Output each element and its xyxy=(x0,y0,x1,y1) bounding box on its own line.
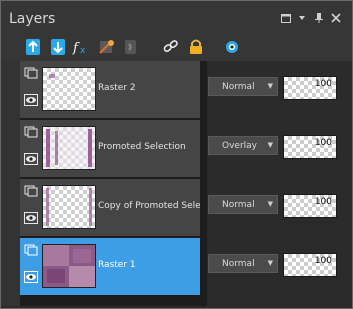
blend-mode-value: Normal xyxy=(222,200,255,210)
eye-visibility-icon[interactable] xyxy=(24,212,38,224)
layer-name: Raster 1 xyxy=(98,260,136,270)
blend-mode-select[interactable]: Overlay ▼ xyxy=(208,136,278,155)
blend-mode-value: Normal xyxy=(222,82,255,92)
maximize-icon[interactable] xyxy=(280,12,292,24)
layer-name: Copy of Promoted Selection xyxy=(98,201,200,211)
layer-group-icon[interactable] xyxy=(24,244,38,256)
blend-mode-value: Normal xyxy=(222,259,255,269)
svg-text:f: f xyxy=(72,41,80,56)
blend-mode-select[interactable]: Normal ▼ xyxy=(208,77,278,96)
mask-icon[interactable] xyxy=(97,38,117,56)
layer-group-icon[interactable] xyxy=(24,126,38,138)
close-icon[interactable] xyxy=(330,12,342,24)
layer-name: Promoted Selection xyxy=(98,142,186,152)
layer-row-raster-1[interactable]: Raster 1 xyxy=(20,238,200,295)
layer-group-icon[interactable] xyxy=(24,185,38,197)
layer-thumbnail xyxy=(42,185,96,229)
layers-toolbar: fx xyxy=(1,33,352,62)
panel-title: Layers xyxy=(9,11,56,27)
layer-thumbnail xyxy=(42,67,96,111)
panel-titlebar[interactable]: Layers xyxy=(1,1,352,33)
opacity-field[interactable]: 100 xyxy=(283,194,337,218)
pin-icon[interactable] xyxy=(313,12,325,24)
dropdown-icon[interactable] xyxy=(296,12,308,24)
blend-mode-select[interactable]: Normal ▼ xyxy=(208,254,278,273)
opacity-value: 100 xyxy=(314,197,332,207)
layer-row-promoted-selection[interactable]: Promoted Selection xyxy=(20,120,200,177)
opacity-value: 100 xyxy=(314,79,332,89)
new-raster-layer-icon[interactable] xyxy=(23,38,43,56)
link-icon[interactable] xyxy=(161,38,181,56)
visibility-toggle-icon[interactable] xyxy=(222,38,242,56)
chevron-down-icon: ▼ xyxy=(267,141,273,149)
column-separator xyxy=(200,61,207,306)
layer-group-icon[interactable] xyxy=(24,67,38,79)
blend-mode-value: Overlay xyxy=(222,141,257,151)
layer-thumbnail xyxy=(42,244,96,288)
eye-visibility-icon[interactable] xyxy=(24,271,38,283)
chevron-down-icon: ▼ xyxy=(267,200,273,208)
layer-gutter xyxy=(1,61,20,306)
opacity-value: 100 xyxy=(314,138,332,148)
blend-mode-select[interactable]: Normal ▼ xyxy=(208,195,278,214)
eye-visibility-icon[interactable] xyxy=(24,153,38,165)
layer-thumbnail xyxy=(42,126,96,170)
opacity-field[interactable]: 100 xyxy=(283,135,337,159)
lock-icon[interactable] xyxy=(186,38,206,56)
merge-down-icon[interactable] xyxy=(48,38,68,56)
eye-visibility-icon[interactable] xyxy=(24,94,38,106)
opacity-field[interactable]: 100 xyxy=(283,76,337,100)
opacity-field[interactable]: 100 xyxy=(283,253,337,277)
adjustment-icon[interactable] xyxy=(121,38,141,56)
layer-row-copy-of-promoted-selection[interactable]: Copy of Promoted Selection xyxy=(20,179,200,236)
fx-effects-icon[interactable]: fx xyxy=(72,38,92,56)
chevron-down-icon: ▼ xyxy=(267,259,273,267)
layer-row-raster-2[interactable]: Raster 2 xyxy=(20,61,200,118)
opacity-value: 100 xyxy=(314,256,332,266)
svg-text:x: x xyxy=(80,46,86,56)
chevron-down-icon: ▼ xyxy=(267,82,273,90)
layer-name: Raster 2 xyxy=(98,83,136,93)
